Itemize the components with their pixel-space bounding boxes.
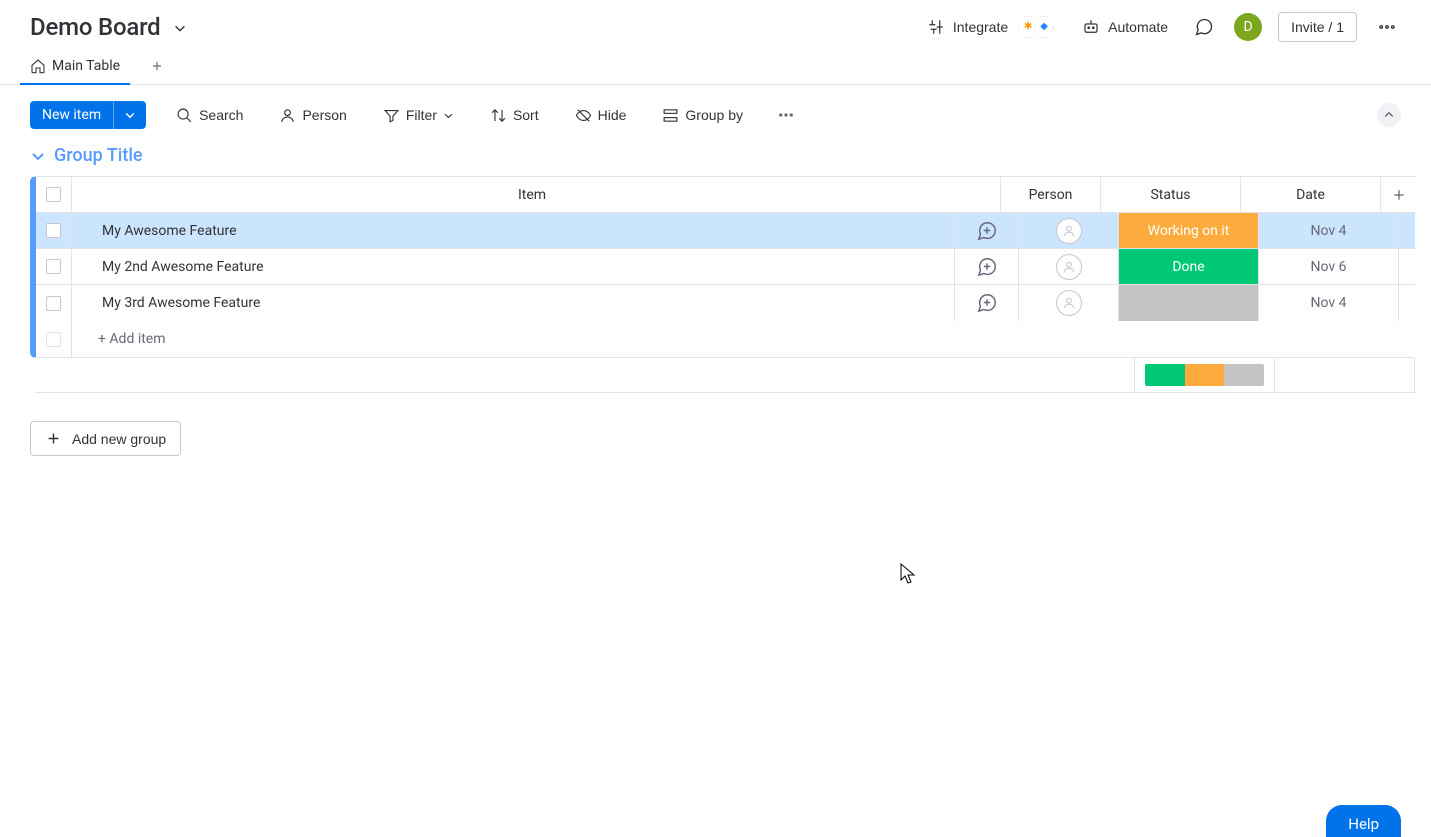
automate-button[interactable]: Automate [1076,17,1174,37]
add-item-checkbox [46,332,61,347]
row-checkbox[interactable] [46,259,61,274]
chevron-up-icon [1383,109,1395,121]
integrate-label: Integrate [953,19,1008,35]
table-row[interactable]: My 2nd Awesome Feature DoneNov 6 [36,249,1415,285]
summary-date [1275,357,1415,392]
sort-icon [490,107,507,124]
row-spacer [1399,213,1415,248]
dots-horizontal-icon [777,106,795,124]
search-button[interactable]: Search [170,106,249,125]
speech-bubble-icon [1194,17,1214,37]
row-checkbox[interactable] [46,296,61,311]
filter-icon [383,107,400,124]
filter-button[interactable]: Filter [377,106,460,125]
new-item-button[interactable]: New item [30,101,113,129]
date-cell[interactable]: Nov 6 [1259,249,1399,284]
add-item-label[interactable]: + Add item [72,321,1415,357]
status-cell[interactable]: Done [1119,249,1259,284]
status-cell[interactable] [1119,285,1259,321]
chevron-down-icon[interactable] [173,21,187,35]
chevron-down-icon [124,109,136,121]
dots-horizontal-icon [1377,17,1397,37]
new-item-dropdown[interactable] [113,101,146,129]
sort-button[interactable]: Sort [484,106,545,125]
cursor-icon [900,563,916,585]
new-item-button-group: New item [30,101,146,129]
add-item-row[interactable]: + Add item [36,321,1415,357]
group-summary-row [30,357,1415,393]
add-view-button[interactable] [150,59,164,83]
open-conversation-button[interactable] [955,249,1019,284]
person-avatar-empty [1056,254,1082,280]
integration-app-icons: ✱ ◆ [1018,16,1054,38]
date-cell[interactable]: Nov 4 [1259,285,1399,321]
col-header-status[interactable]: Status [1101,177,1241,212]
group-by-button[interactable]: Group by [656,106,749,125]
automate-label: Automate [1108,19,1168,35]
person-icon [279,107,296,124]
status-cell[interactable]: Working on it [1119,213,1259,248]
summary-status[interactable] [1135,357,1275,392]
person-cell[interactable] [1019,285,1119,321]
row-spacer [1399,285,1415,321]
open-conversation-button[interactable] [955,285,1019,321]
conversations-button[interactable] [1190,13,1218,41]
table-row[interactable]: My 3rd Awesome Feature Nov 4 [36,285,1415,321]
open-conversation-button[interactable] [955,213,1019,248]
chevron-down-icon [443,110,454,121]
integrate-icon [927,18,945,36]
person-filter-button[interactable]: Person [273,106,352,125]
item-name-cell[interactable]: My 2nd Awesome Feature [72,249,955,284]
board-title[interactable]: Demo Board [30,13,161,41]
person-avatar-empty [1056,290,1082,316]
group-title[interactable]: Group Title [54,145,143,166]
add-new-group-button[interactable]: Add new group [30,421,181,456]
add-comment-icon [976,256,998,278]
date-cell[interactable]: Nov 4 [1259,213,1399,248]
person-cell[interactable] [1019,249,1119,284]
person-avatar-empty [1056,218,1082,244]
help-button[interactable]: Help [1326,805,1401,837]
add-comment-icon [976,220,998,242]
more-menu-button[interactable] [1373,13,1401,41]
integrate-button[interactable]: Integrate ✱ ◆ [921,15,1060,39]
hide-icon [575,107,592,124]
row-spacer [1399,249,1415,284]
table-header-row: Item Person Status Date [36,177,1415,213]
add-column-button[interactable] [1381,177,1415,212]
user-avatar[interactable]: D [1234,13,1262,41]
robot-icon [1082,18,1100,36]
item-name-cell[interactable]: My 3rd Awesome Feature [72,285,955,321]
item-name-cell[interactable]: My Awesome Feature [72,213,955,248]
items-table: Item Person Status Date My Awesome Featu… [30,176,1415,358]
row-checkbox[interactable] [46,223,61,238]
add-comment-icon [976,292,998,314]
col-header-date[interactable]: Date [1241,177,1381,212]
plus-icon [150,59,164,73]
plus-icon [45,430,62,447]
col-header-person[interactable]: Person [1001,177,1101,212]
summary-person [1035,357,1135,392]
tab-main-table-label: Main Table [52,58,120,74]
toolbar-more-button[interactable] [773,102,799,128]
col-header-item[interactable]: Item [72,177,1001,212]
plus-icon [1391,187,1407,203]
group-icon [662,107,679,124]
hide-button[interactable]: Hide [569,106,633,125]
collapse-toolbar-button[interactable] [1377,103,1401,127]
person-cell[interactable] [1019,213,1119,248]
home-icon [30,58,46,74]
search-icon [176,107,193,124]
tab-main-table[interactable]: Main Table [30,58,120,84]
chevron-down-icon[interactable] [30,148,46,164]
table-row[interactable]: My Awesome Feature Working on itNov 4 [36,213,1415,249]
invite-button[interactable]: Invite / 1 [1278,12,1357,42]
select-all-checkbox[interactable] [46,187,61,202]
